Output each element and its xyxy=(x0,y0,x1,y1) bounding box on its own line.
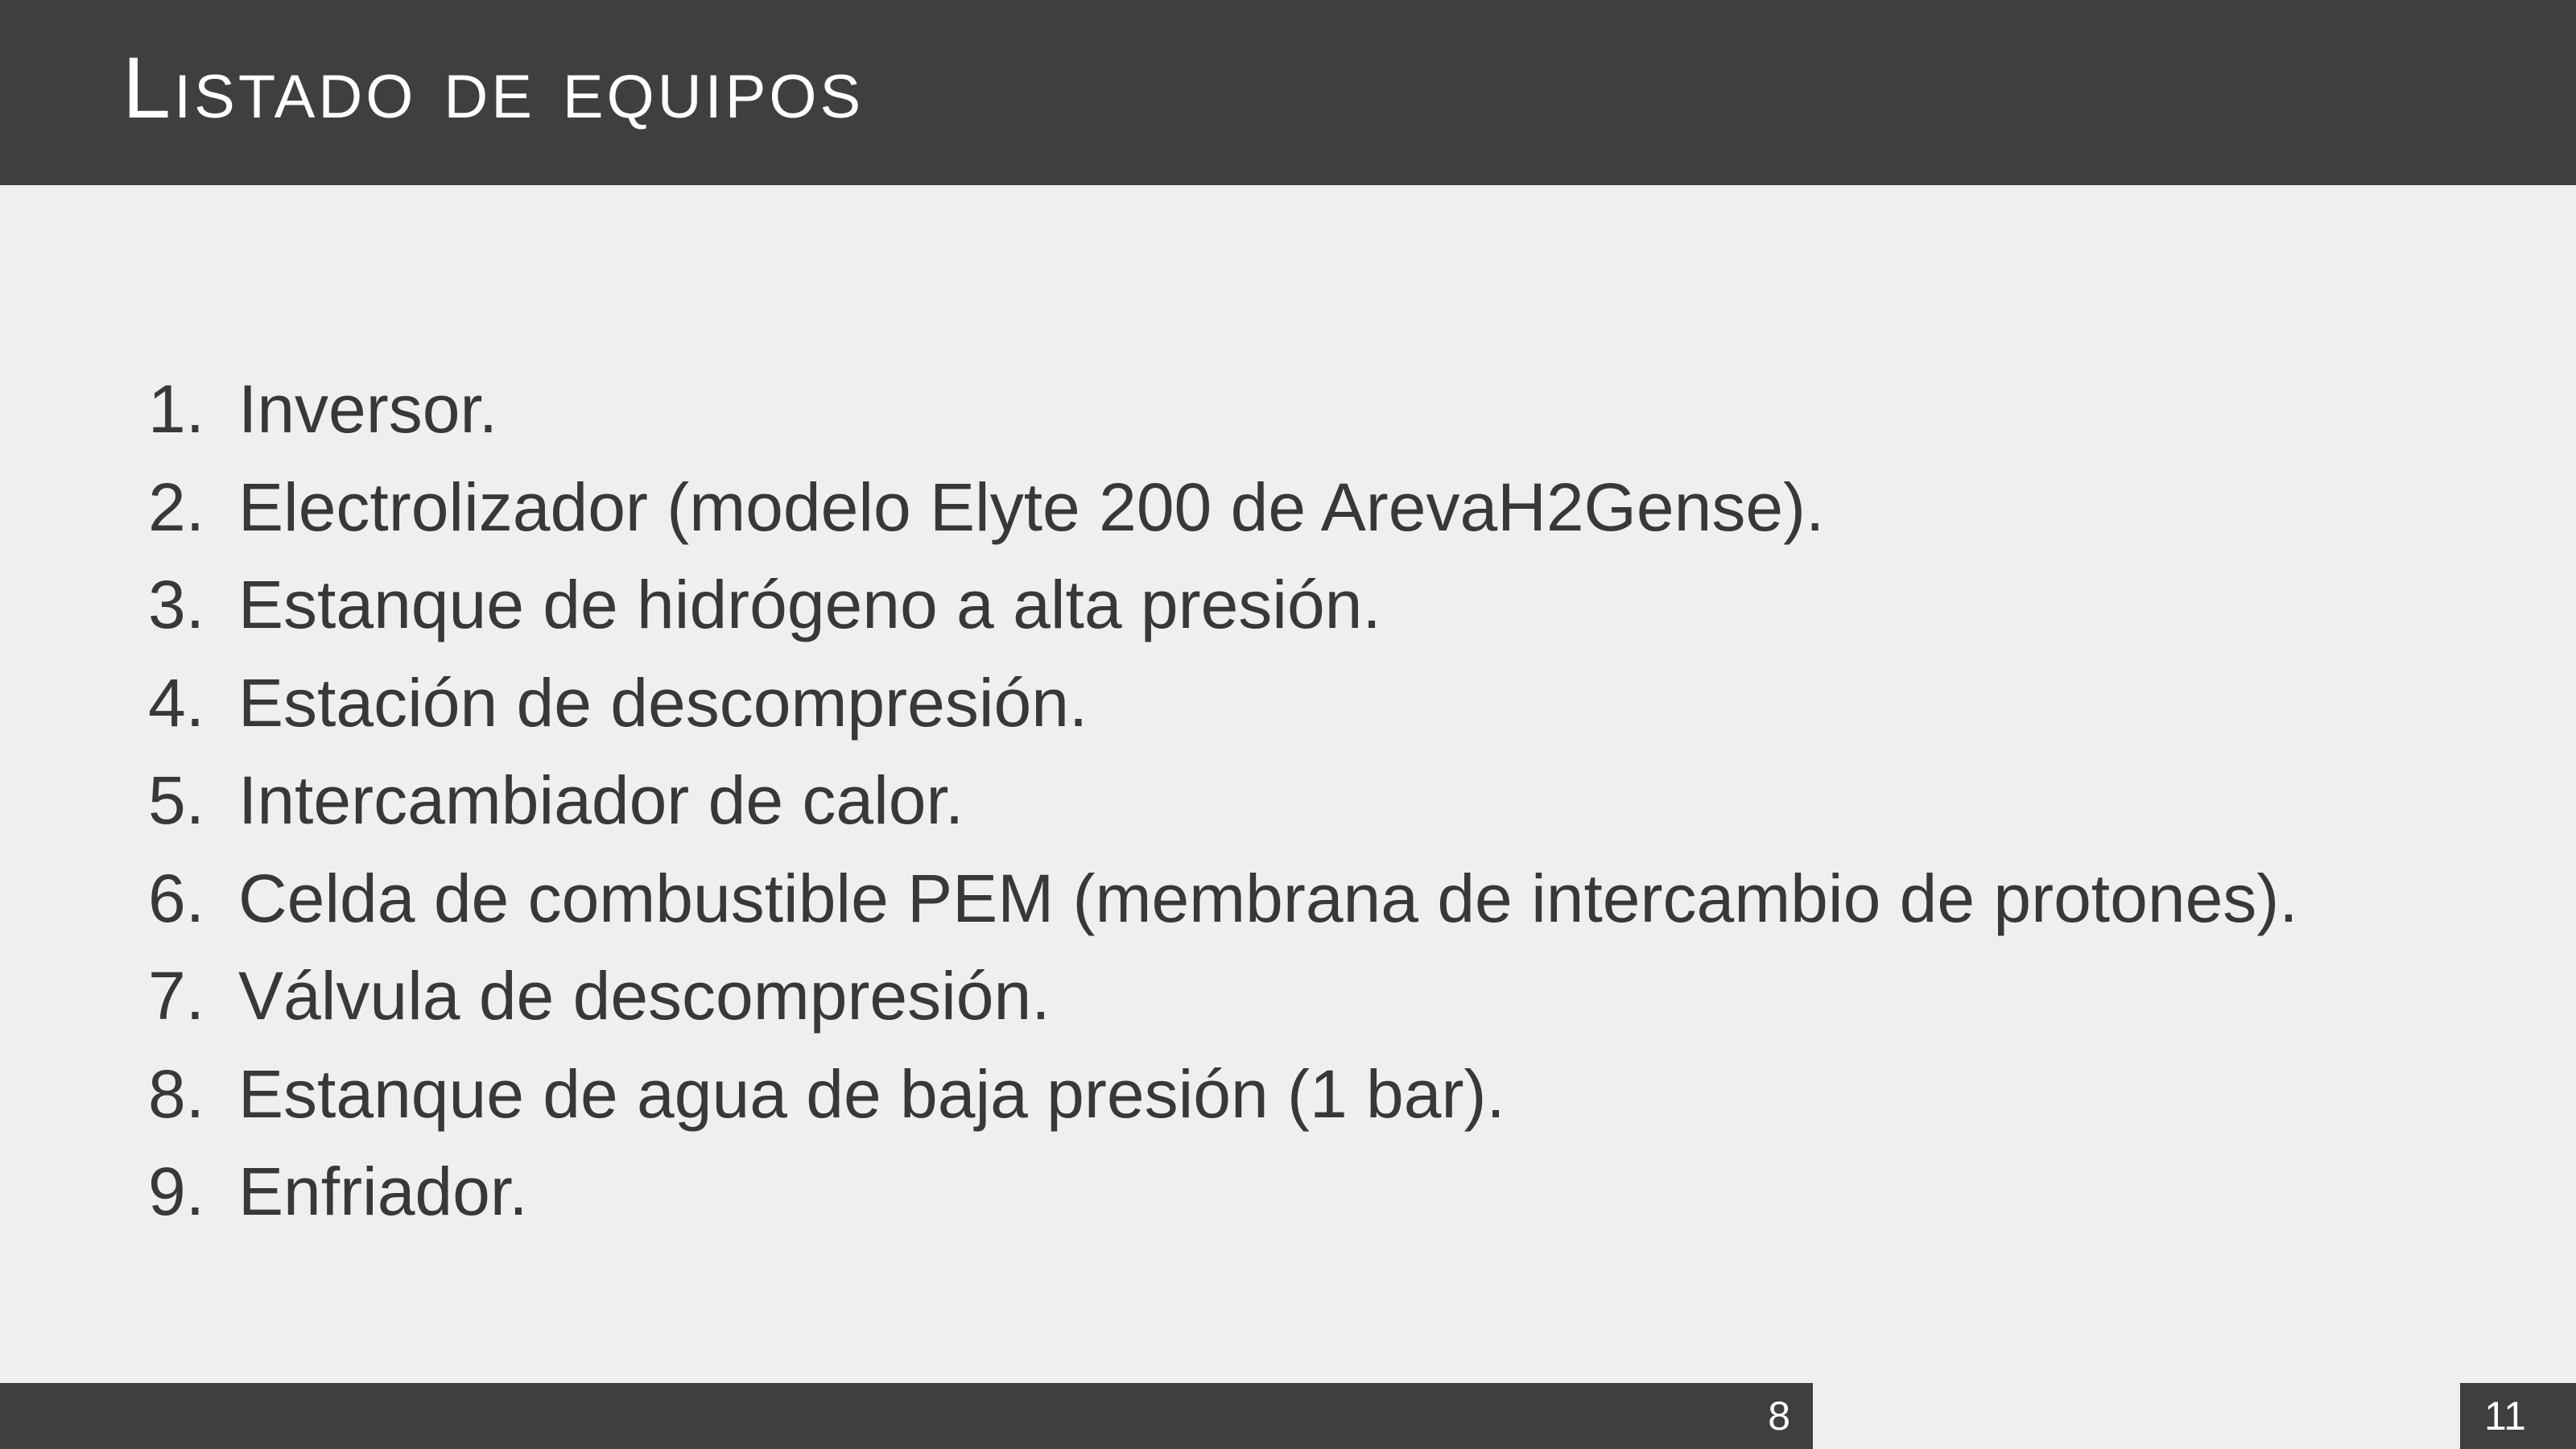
list-item: 8. Estanque de agua de baja presión (1 b… xyxy=(148,1046,2298,1144)
list-item: 1. Inversor. xyxy=(148,361,2298,459)
list-item-number: 7. xyxy=(148,958,205,1034)
list-item: 9. Enfriador. xyxy=(148,1143,2298,1241)
list-item-number: 3. xyxy=(148,567,205,643)
slide-title: Listado de equipos xyxy=(122,39,865,136)
list-item-text: Válvula de descompresión. xyxy=(238,958,1051,1034)
list-item: 7. Válvula de descompresión. xyxy=(148,947,2298,1046)
list-item-number: 2. xyxy=(148,469,205,545)
list-item-text: Estanque de agua de baja presión (1 bar)… xyxy=(238,1055,1505,1132)
list-item-number: 9. xyxy=(148,1154,205,1230)
list-item-text: Inversor. xyxy=(238,371,498,448)
footer-total-box: 11 xyxy=(2460,1383,2576,1449)
list-item-number: 8. xyxy=(148,1055,205,1132)
equipment-list: 1. Inversor. 2. Electrolizador (modelo E… xyxy=(148,361,2298,1241)
list-item-text: Intercambiador de calor. xyxy=(238,762,964,839)
total-pages-number: 11 xyxy=(2484,1393,2526,1439)
list-item-text: Celda de combustible PEM (membrana de in… xyxy=(238,860,2298,936)
list-item-number: 6. xyxy=(148,860,205,936)
list-item-number: 4. xyxy=(148,664,205,741)
list-item: 5. Intercambiador de calor. xyxy=(148,752,2298,850)
current-page-number: 8 xyxy=(1768,1393,1790,1439)
list-item-text: Electrolizador (modelo Elyte 200 de Arev… xyxy=(238,469,1825,545)
list-item: 4. Estación de descompresión. xyxy=(148,654,2298,753)
title-bar: Listado de equipos xyxy=(0,0,2576,185)
list-item-number: 1. xyxy=(148,371,205,448)
list-item: 2. Electrolizador (modelo Elyte 200 de A… xyxy=(148,459,2298,557)
list-item-number: 5. xyxy=(148,762,205,839)
list-item: 3. Estanque de hidrógeno a alta presión. xyxy=(148,556,2298,654)
list-item-text: Enfriador. xyxy=(238,1154,528,1230)
footer-progress-bar: 8 xyxy=(0,1383,1813,1449)
list-item: 6. Celda de combustible PEM (membrana de… xyxy=(148,850,2298,948)
list-item-text: Estación de descompresión. xyxy=(238,664,1088,741)
list-item-text: Estanque de hidrógeno a alta presión. xyxy=(238,567,1381,643)
